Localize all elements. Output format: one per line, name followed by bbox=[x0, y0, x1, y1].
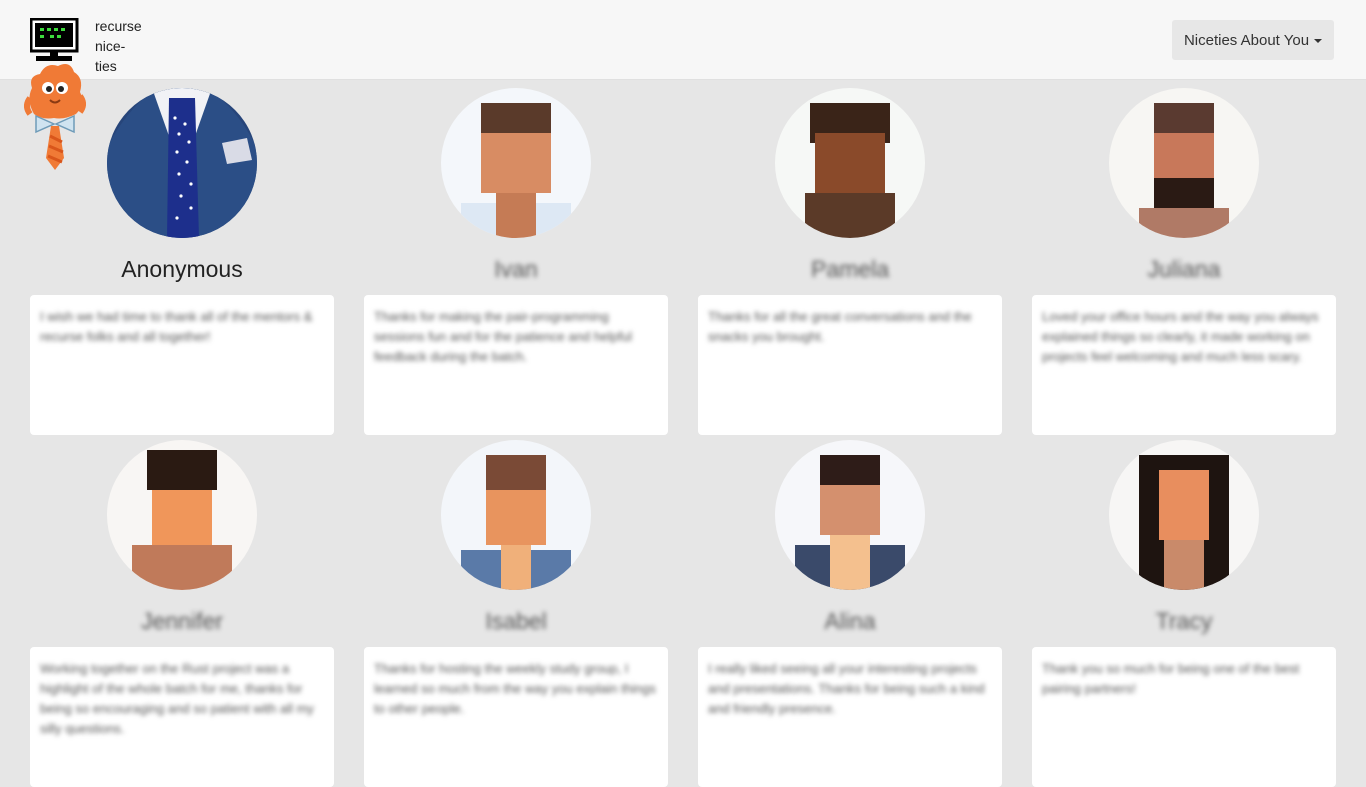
nicety-text: Thanks for making the pair-programming s… bbox=[374, 309, 633, 364]
recurse-computer-logo-icon[interactable] bbox=[30, 18, 80, 62]
nicety-note: I wish we had time to thank all of the m… bbox=[30, 295, 334, 435]
brand-line: ties bbox=[95, 58, 117, 74]
nicety-text: I wish we had time to thank all of the m… bbox=[40, 309, 313, 344]
nicety-author-name: Pamela bbox=[811, 256, 889, 282]
nicety-note: Loved your office hours and the way you … bbox=[1032, 295, 1336, 435]
person-avatar bbox=[441, 88, 591, 238]
anonymous-avatar bbox=[107, 88, 257, 238]
dropdown-label: Niceties About You bbox=[1183, 31, 1310, 49]
niceties-about-you-dropdown[interactable]: Niceties About You bbox=[1172, 20, 1334, 60]
nicety-note: Thanks for making the pair-programming s… bbox=[364, 295, 668, 435]
top-navbar: recurse nice- ties Niceties About You bbox=[0, 0, 1366, 80]
nicety-note: Working together on the Rust project was… bbox=[30, 647, 334, 787]
nicety-author-name: Isabel bbox=[485, 608, 547, 634]
nicety-note: Thanks for all the great conversations a… bbox=[698, 295, 1002, 435]
nicety-author-name: Ivan bbox=[494, 256, 538, 282]
nicety-text: Working together on the Rust project was… bbox=[40, 661, 314, 736]
nicety-author-name: Anonymous bbox=[121, 256, 243, 282]
octopus-mascot-icon bbox=[24, 64, 86, 170]
nicety-text: Thank you so much for being one of the b… bbox=[1042, 661, 1300, 696]
nicety-author-name: Jennifer bbox=[141, 608, 223, 634]
caret-down-icon bbox=[1314, 39, 1323, 43]
nicety-author-name: Tracy bbox=[1155, 608, 1213, 634]
nicety-note: Thank you so much for being one of the b… bbox=[1032, 647, 1336, 787]
nicety-author-name: Alina bbox=[824, 608, 876, 634]
person-avatar bbox=[775, 440, 925, 590]
nicety-author-name: Juliana bbox=[1147, 256, 1221, 282]
brand-line: recurse bbox=[95, 18, 142, 34]
nicety-text: Thanks for hosting the weekly study grou… bbox=[374, 661, 656, 716]
nicety-text: Loved your office hours and the way you … bbox=[1042, 309, 1319, 364]
person-avatar bbox=[775, 88, 925, 238]
nicety-note: I really liked seeing all your interesti… bbox=[698, 647, 1002, 787]
person-avatar bbox=[107, 440, 257, 590]
person-avatar bbox=[441, 440, 591, 590]
person-avatar bbox=[1109, 440, 1259, 590]
nicety-text: Thanks for all the great conversations a… bbox=[708, 309, 972, 344]
nicety-note: Thanks for hosting the weekly study grou… bbox=[364, 647, 668, 787]
nicety-text: I really liked seeing all your interesti… bbox=[708, 661, 985, 716]
person-avatar bbox=[1109, 88, 1259, 238]
brand-name[interactable]: recurse nice- ties bbox=[95, 16, 142, 76]
brand-line: nice- bbox=[95, 38, 126, 54]
